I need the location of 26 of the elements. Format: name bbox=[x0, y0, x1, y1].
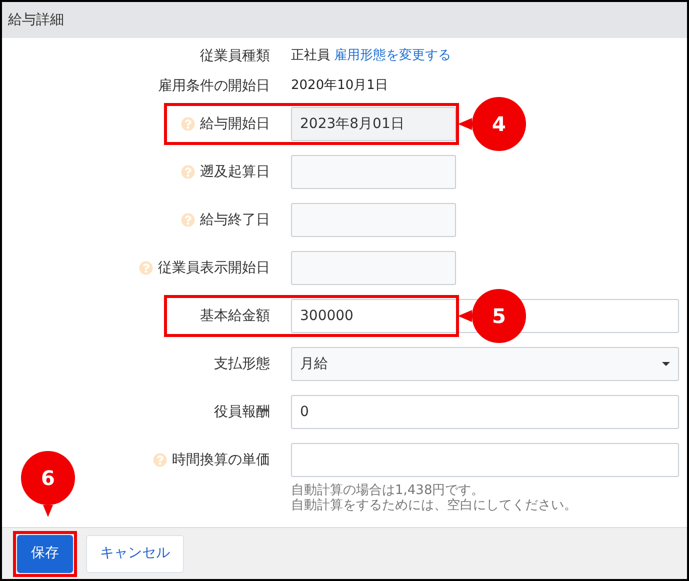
date-field[interactable] bbox=[291, 155, 456, 189]
field-value: 正社員 bbox=[291, 47, 330, 66]
field-label: 時間換算の単価 bbox=[172, 450, 270, 470]
field-label: 雇用条件の開始日 bbox=[158, 76, 270, 96]
field-label: 給与終了日 bbox=[200, 210, 270, 230]
field-label: 基本給金額 bbox=[200, 306, 270, 326]
field-label: 従業員表示開始日 bbox=[158, 258, 270, 278]
date-field[interactable] bbox=[291, 203, 456, 237]
save-button[interactable]: 保存 bbox=[17, 534, 73, 572]
date-field[interactable]: 2023年8月01日 bbox=[291, 107, 456, 141]
help-text: 自動計算をするためには、空白にしてください。 bbox=[291, 498, 578, 513]
field-label: 従業員種類 bbox=[200, 46, 270, 66]
select-field[interactable]: 月給 bbox=[291, 347, 679, 381]
field-label: 役員報酬 bbox=[214, 402, 270, 422]
field-label: 支払形態 bbox=[214, 354, 270, 374]
help-text: 自動計算の場合は1,438円です。 bbox=[291, 483, 486, 498]
change-link[interactable]: 雇用形態を変更する bbox=[334, 46, 451, 66]
date-field[interactable] bbox=[291, 251, 456, 285]
field-label: 遡及起算日 bbox=[200, 162, 270, 182]
cancel-button[interactable]: キャンセル bbox=[86, 534, 184, 572]
input-field[interactable] bbox=[291, 443, 679, 477]
input-field[interactable]: 0 bbox=[291, 395, 679, 429]
caret-icon bbox=[662, 362, 670, 366]
panel-title: 給与詳細 bbox=[8, 10, 64, 30]
field-value: 2020年10月1日 bbox=[291, 77, 388, 96]
field-label: 給与開始日 bbox=[200, 114, 270, 134]
